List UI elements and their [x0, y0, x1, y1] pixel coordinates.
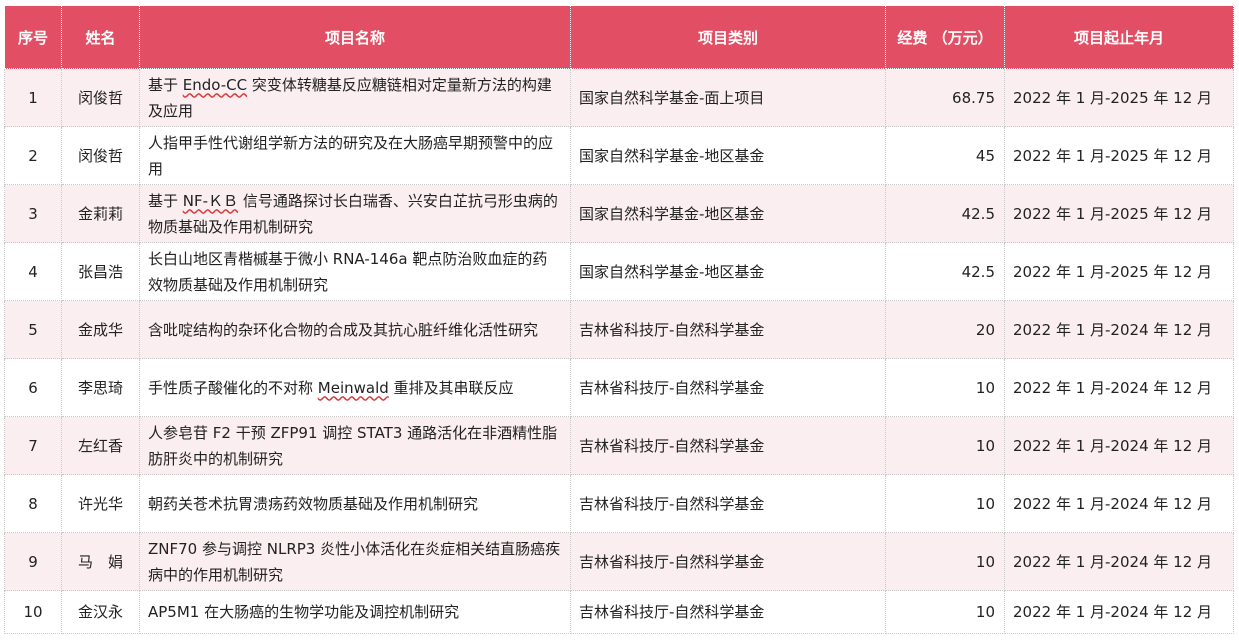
title-text: ZNF70 参与调控 NLRP3 炎性小体活化在炎症相关结直肠癌疾病中的作用机制…	[148, 539, 561, 584]
cell-category: 吉林省科技厅-自然科学基金	[570, 416, 886, 475]
title-text: 手性质子酸催化的不对称	[148, 378, 318, 397]
header-period: 项目起止年月	[1004, 5, 1234, 69]
header-category: 项目类别	[570, 5, 886, 69]
title-text-rest: 重排及其串联反应	[388, 378, 514, 397]
cell-project-title: 长白山地区青楷槭基于微小 RNA-146a 靶点防治败血症的药效物质基础及作用机…	[139, 242, 571, 301]
table-row: 5 金成华 含吡啶结构的杂环化合物的合成及其抗心脏纤维化活性研究 吉林省科技厅-自然科…	[4, 300, 1234, 359]
cell-index: 8	[4, 474, 62, 533]
cell-period: 2022 年 1 月-2025 年 12 月	[1004, 242, 1234, 301]
cell-period: 2022 年 1 月-2025 年 12 月	[1004, 68, 1234, 127]
cell-period: 2022 年 1 月-2024 年 12 月	[1004, 474, 1234, 533]
table-row: 9马 娟 ZNF70 参与调控 NLRP3 炎性小体活化在炎症相关结直肠癌疾病中的…	[4, 532, 1234, 591]
cell-name: 左红香	[61, 416, 140, 475]
cell-category: 吉林省科技厅-自然科学基金	[570, 532, 886, 591]
cell-index: 5	[4, 300, 62, 359]
cell-project-title: ZNF70 参与调控 NLRP3 炎性小体活化在炎症相关结直肠癌疾病中的作用机制…	[139, 532, 571, 591]
cell-name: 金汉永	[61, 590, 140, 634]
title-spellcheck-term: Meinwald	[317, 378, 389, 397]
header-index: 序号	[4, 5, 62, 69]
cell-project-title: 人参皂苷 F2 干预 ZFP91 调控 STAT3 通路活化在非酒精性脂肪肝炎中…	[139, 416, 571, 475]
table-row: 10 金汉永 AP5M1 在大肠癌的生物学功能及调控机制研究 吉林省科技厅-自然科学基…	[4, 590, 1234, 634]
cell-project-title: 含吡啶结构的杂环化合物的合成及其抗心脏纤维化活性研究	[139, 300, 571, 359]
cell-period: 2022 年 1 月-2024 年 12 月	[1004, 300, 1234, 359]
cell-index: 1	[4, 68, 62, 127]
cell-name: 张昌浩	[61, 242, 140, 301]
table-row: 7 左红香 人参皂苷 F2 干预 ZFP91 调控 STAT3 通路活化在非酒精性脂…	[4, 416, 1234, 475]
projects-table: 序号 姓名 项目名称 项目类别 经费 （万元） 项目起止年月 1 闵俊哲 基于 En…	[4, 5, 1234, 634]
table-header: 序号 姓名 项目名称 项目类别 经费 （万元） 项目起止年月	[4, 5, 1234, 69]
cell-name: 许光华	[61, 474, 140, 533]
cell-project-title: 基于 Endo-CC 突变体转糖基反应糖链相对定量新方法的构建及应用	[139, 68, 571, 127]
cell-name: 李思琦	[61, 358, 140, 417]
cell-funding: 45	[885, 126, 1005, 185]
cell-project-title: 人指甲手性代谢组学新方法的研究及在大肠癌早期预警中的应用	[139, 126, 571, 185]
title-text: 基于	[148, 191, 183, 210]
projects-table-container: 序号 姓名 项目名称 项目类别 经费 （万元） 项目起止年月 1 闵俊哲 基于 En…	[4, 5, 1234, 634]
cell-period: 2022 年 1 月-2024 年 12 月	[1004, 416, 1234, 475]
header-name: 姓名	[61, 5, 140, 69]
cell-category: 吉林省科技厅-自然科学基金	[570, 358, 886, 417]
cell-funding: 10	[885, 416, 1005, 475]
cell-funding: 68.75	[885, 68, 1005, 127]
cell-period: 2022 年 1 月-2024 年 12 月	[1004, 358, 1234, 417]
table-row: 6 李思琦 手性质子酸催化的不对称 Meinwald 重排及其串联反应 吉林省科技厅-…	[4, 358, 1234, 417]
cell-funding: 10	[885, 532, 1005, 591]
cell-name: 闵俊哲	[61, 126, 140, 185]
cell-index: 6	[4, 358, 62, 417]
table-row: 2 闵俊哲 人指甲手性代谢组学新方法的研究及在大肠癌早期预警中的应用 国家自然科学基金…	[4, 126, 1234, 185]
title-text: 朝药关苍术抗胃溃疡药效物质基础及作用机制研究	[148, 494, 479, 513]
cell-project-title: 朝药关苍术抗胃溃疡药效物质基础及作用机制研究	[139, 474, 571, 533]
cell-period: 2022 年 1 月-2024 年 12 月	[1004, 532, 1234, 591]
cell-category: 国家自然科学基金-地区基金	[570, 242, 886, 301]
title-text: 含吡啶结构的杂环化合物的合成及其抗心脏纤维化活性研究	[148, 320, 539, 339]
cell-index: 9	[4, 532, 62, 591]
table-row: 1 闵俊哲 基于 Endo-CC 突变体转糖基反应糖链相对定量新方法的构建及应用 国家…	[4, 68, 1234, 127]
table-row: 3 金莉莉 基于 NF-ＫＢ 信号通路探讨长白瑞香、兴安白芷抗弓形虫病的物质基础及作…	[4, 184, 1234, 243]
table-body: 1 闵俊哲 基于 Endo-CC 突变体转糖基反应糖链相对定量新方法的构建及应用 国家…	[4, 68, 1234, 634]
cell-name: 闵俊哲	[61, 68, 140, 127]
header-row: 序号 姓名 项目名称 项目类别 经费 （万元） 项目起止年月	[4, 5, 1234, 69]
cell-category: 国家自然科学基金-地区基金	[570, 126, 886, 185]
title-text: 长白山地区青楷槭基于微小 RNA-146a 靶点防治败血症的药效物质基础及作用机…	[148, 249, 548, 294]
cell-funding: 10	[885, 358, 1005, 417]
cell-name: 金莉莉	[61, 184, 140, 243]
cell-funding: 42.5	[885, 242, 1005, 301]
cell-funding: 20	[885, 300, 1005, 359]
cell-category: 吉林省科技厅-自然科学基金	[570, 474, 886, 533]
table-row: 8 许光华 朝药关苍术抗胃溃疡药效物质基础及作用机制研究 吉林省科技厅-自然科学基金 1…	[4, 474, 1234, 533]
cell-index: 3	[4, 184, 62, 243]
cell-category: 吉林省科技厅-自然科学基金	[570, 300, 886, 359]
table-row: 4 张昌浩 长白山地区青楷槭基于微小 RNA-146a 靶点防治败血症的药效物质基础…	[4, 242, 1234, 301]
cell-funding: 42.5	[885, 184, 1005, 243]
cell-period: 2022 年 1 月-2025 年 12 月	[1004, 126, 1234, 185]
cell-category: 国家自然科学基金-地区基金	[570, 184, 886, 243]
cell-index: 7	[4, 416, 62, 475]
cell-index: 10	[4, 590, 62, 634]
cell-name: 马 娟	[61, 532, 140, 591]
header-funding: 经费 （万元）	[885, 5, 1005, 69]
cell-funding: 10	[885, 590, 1005, 634]
cell-name: 金成华	[61, 300, 140, 359]
cell-period: 2022 年 1 月-2024 年 12 月	[1004, 590, 1234, 634]
header-project-title: 项目名称	[139, 5, 571, 69]
title-spellcheck-term: Endo-CC	[182, 75, 248, 94]
title-text: 基于	[148, 75, 183, 94]
cell-project-title: 手性质子酸催化的不对称 Meinwald 重排及其串联反应	[139, 358, 571, 417]
cell-project-title: AP5M1 在大肠癌的生物学功能及调控机制研究	[139, 590, 571, 634]
title-text: AP5M1 在大肠癌的生物学功能及调控机制研究	[148, 603, 460, 621]
title-text: 人参皂苷 F2 干预 ZFP91 调控 STAT3 通路活化在非酒精性脂肪肝炎中…	[148, 423, 558, 468]
cell-funding: 10	[885, 474, 1005, 533]
cell-category: 国家自然科学基金-面上项目	[570, 68, 886, 127]
cell-period: 2022 年 1 月-2025 年 12 月	[1004, 184, 1234, 243]
title-text: 人指甲手性代谢组学新方法的研究及在大肠癌早期预警中的应用	[148, 133, 554, 178]
cell-index: 4	[4, 242, 62, 301]
cell-index: 2	[4, 126, 62, 185]
title-spellcheck-term: NF-ＫＢ	[182, 191, 239, 210]
cell-category: 吉林省科技厅-自然科学基金	[570, 590, 886, 634]
cell-project-title: 基于 NF-ＫＢ 信号通路探讨长白瑞香、兴安白芷抗弓形虫病的物质基础及作用机制研…	[139, 184, 571, 243]
